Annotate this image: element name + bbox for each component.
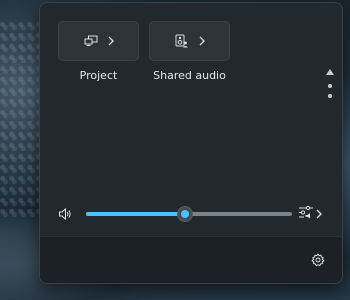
project-label: Project (79, 69, 118, 82)
speaker-icon[interactable] (58, 206, 72, 225)
gear-icon[interactable] (311, 252, 325, 271)
chevron-right-icon (108, 36, 114, 46)
shared-audio-label: Shared audio (153, 69, 226, 82)
chevron-right-icon (316, 204, 322, 223)
project-icon (84, 35, 98, 47)
audio-output-button[interactable] (298, 204, 322, 223)
page-dot[interactable] (328, 94, 332, 98)
volume-slider-fill (86, 212, 185, 216)
page-scroller[interactable] (325, 69, 335, 103)
sound-mixer-icon (298, 204, 314, 223)
project-button[interactable] (58, 21, 139, 61)
scroll-up-icon[interactable] (326, 69, 334, 75)
quick-settings-panel: Project Shared audio (39, 2, 343, 284)
quick-settings-footer (40, 236, 342, 283)
shared-audio-button[interactable] (149, 21, 230, 61)
speaker-people-icon (175, 34, 189, 48)
volume-slider[interactable] (86, 206, 292, 222)
chevron-right-icon (199, 36, 205, 46)
page-dot[interactable] (328, 84, 332, 88)
volume-slider-thumb[interactable] (176, 206, 193, 222)
